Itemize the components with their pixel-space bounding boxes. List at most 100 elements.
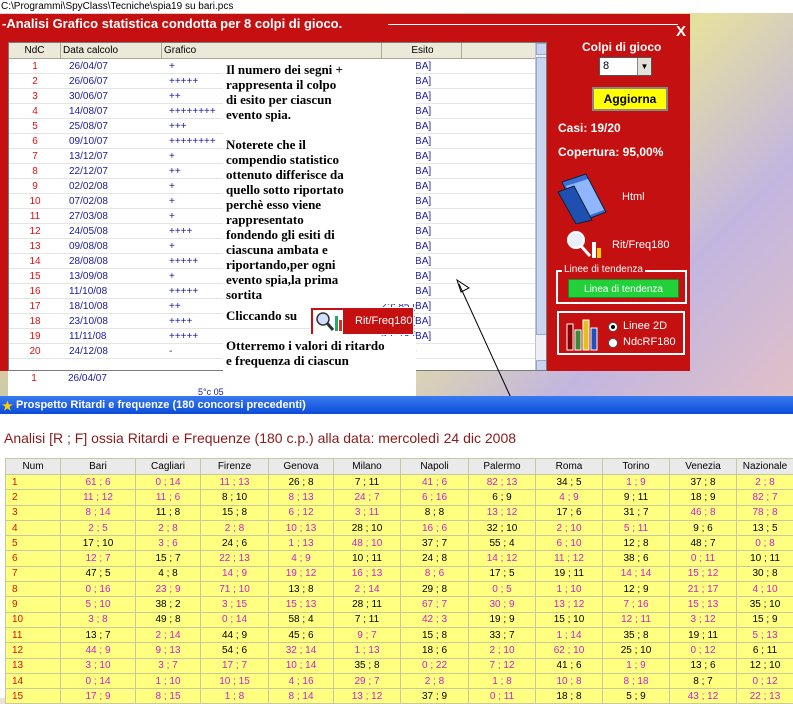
row-date: 11/10/08: [69, 284, 107, 299]
grid-header: NdC Data calcolo Grafico Esito: [9, 43, 537, 59]
rit-freq-icon[interactable]: [564, 228, 604, 263]
scroll-thumb[interactable]: [536, 57, 547, 335]
row-ndc: 8: [9, 164, 61, 179]
rf-value-cell: 12 ; 8: [603, 536, 670, 551]
rf-value-cell: 0 ; 5: [469, 582, 536, 597]
close-button[interactable]: X: [676, 24, 686, 40]
rit-freq-label[interactable]: Rit/Freq180: [612, 239, 669, 251]
rf-value-cell: 38 ; 6: [603, 551, 670, 566]
rf-value-cell: 35 ; 8: [603, 627, 670, 642]
rf-value-cell: 3 ; 7: [136, 658, 201, 673]
row-date: 22/12/07: [69, 164, 108, 179]
rf-value-cell: 0 ; 22: [401, 658, 469, 673]
magnifier-icon: [313, 310, 343, 334]
rf-table-row: 1244 ; 99 ; 1354 ; 632 ; 141 ; 1318 ; 62…: [6, 643, 793, 658]
rf-value-cell: 0 ; 12: [737, 673, 793, 688]
rf-value-cell: 24 ; 7: [334, 490, 401, 505]
rf-value-cell: 2 ; 8: [136, 520, 201, 535]
behind-row-num: 1: [8, 371, 60, 386]
behind-row-date: 26/04/07: [68, 371, 107, 386]
row-date: 07/02/08: [69, 194, 108, 209]
rf-value-cell: 71 ; 10: [201, 582, 269, 597]
rf-value-cell: 7 ; 12: [469, 658, 536, 673]
rf-header-cell[interactable]: Torino: [603, 459, 670, 475]
col-header-esito[interactable]: Esito: [382, 43, 462, 59]
rf-header-cell[interactable]: Firenze: [201, 459, 269, 475]
rf-value-cell: 0 ; 12: [670, 643, 737, 658]
rf-header-cell[interactable]: Palermo: [469, 459, 536, 475]
scroll-down-arrow-icon[interactable]: [536, 360, 547, 371]
rf-table-row: 612 ; 715 ; 722 ; 134 ; 910 ; 1124 ; 814…: [6, 551, 793, 566]
rf-value-cell: 0 ; 14: [61, 673, 136, 688]
rf-table-row: 211 ; 1211 ; 68 ; 108 ; 1324 ; 76 ; 166 …: [6, 490, 793, 505]
row-date: 02/02/08: [69, 179, 108, 194]
radio-linee-2d[interactable]: [608, 322, 618, 332]
tendenza-button[interactable]: Linea di tendenza: [568, 279, 679, 298]
background-window-row: 1 26/04/07 5°c 05: [8, 371, 413, 396]
rf-value-cell: 2 ; 8: [201, 520, 269, 535]
rf-header-cell[interactable]: Cagliari: [136, 459, 201, 475]
row-ndc: 5: [9, 119, 61, 134]
rf-header-cell[interactable]: Milano: [334, 459, 401, 475]
chevron-down-icon[interactable]: ▼: [637, 58, 651, 75]
rf-value-cell: 28 ; 11: [334, 597, 401, 612]
row-grafico: -: [169, 344, 172, 359]
row-grafico: ++++: [169, 314, 192, 329]
rf-value-cell: 5 ; 9: [603, 689, 670, 704]
rf-value-cell: 15 ; 7: [136, 551, 201, 566]
rf-value-cell: 0 ; 16: [61, 582, 136, 597]
rit-freq-inline-button[interactable]: Rit/Freq180: [310, 307, 414, 335]
scroll-up-arrow-icon[interactable]: [536, 43, 547, 55]
radio-linee-2d-label[interactable]: Linee 2D: [623, 320, 667, 332]
rf-num-cell: 12: [6, 643, 61, 658]
col-header-grafico[interactable]: Grafico: [162, 43, 382, 59]
html-label[interactable]: Html: [622, 191, 645, 203]
rf-num-cell: 1: [6, 475, 61, 490]
bar-chart-icon[interactable]: [564, 316, 602, 355]
rf-value-cell: 13 ; 5: [737, 520, 793, 535]
grid-scrollbar[interactable]: [535, 43, 546, 371]
rf-value-cell: 9 ; 7: [334, 627, 401, 642]
rf-header-cell[interactable]: Venezia: [670, 459, 737, 475]
rf-header-cell[interactable]: Genova: [269, 459, 334, 475]
rf-value-cell: 48 ; 10: [334, 536, 401, 551]
rf-value-cell: 2 ; 10: [536, 520, 603, 535]
rf-value-cell: 61 ; 6: [61, 475, 136, 490]
rf-header-cell[interactable]: Napoli: [401, 459, 469, 475]
rf-value-cell: 6 ; 12: [269, 505, 334, 520]
rf-value-cell: 18 ; 8: [536, 689, 603, 704]
row-ndc: 16: [9, 284, 61, 299]
radio-ndcrf180[interactable]: [608, 338, 618, 348]
rf-header-cell[interactable]: Bari: [61, 459, 136, 475]
row-grafico: ++++: [169, 224, 192, 239]
col-header-data[interactable]: Data calcolo: [61, 43, 162, 59]
rf-value-cell: 19 ; 12: [269, 566, 334, 581]
rf-value-cell: 37 ; 9: [401, 689, 469, 704]
colpi-select[interactable]: 8▼: [599, 57, 652, 76]
rf-value-cell: 0 ; 11: [670, 551, 737, 566]
row-date: 26/06/07: [69, 74, 108, 89]
row-date: 11/11/08: [69, 329, 106, 344]
col-header-ndc[interactable]: NdC: [9, 43, 61, 59]
html-icon[interactable]: [556, 172, 612, 227]
rf-value-cell: 8 ; 14: [61, 505, 136, 520]
rit-freq-titlebar: ★Prospetto Ritardi e frequenze (180 conc…: [0, 396, 793, 414]
rf-header-cell[interactable]: Num: [6, 459, 61, 475]
rf-value-cell: 78 ; 8: [737, 505, 793, 520]
rf-value-cell: 15 ; 8: [201, 505, 269, 520]
rf-value-cell: 37 ; 8: [670, 475, 737, 490]
rf-header-cell[interactable]: Nazionale: [737, 459, 793, 475]
rf-value-cell: 7 ; 11: [334, 475, 401, 490]
aggiorna-button[interactable]: Aggiorna: [592, 87, 668, 111]
rf-value-cell: 7 ; 16: [603, 597, 670, 612]
rf-value-cell: 0 ; 14: [201, 612, 269, 627]
rf-value-cell: 19 ; 9: [469, 612, 536, 627]
rf-value-cell: 4 ; 9: [536, 490, 603, 505]
rf-value-cell: 0 ; 14: [136, 475, 201, 490]
rf-header-cell[interactable]: Roma: [536, 459, 603, 475]
radio-ndcrf180-label[interactable]: NdcRF180: [623, 336, 676, 348]
copertura-label: Copertura: 95,00%: [558, 145, 663, 159]
row-ndc: 15: [9, 269, 61, 284]
row-date: 13/12/07: [69, 149, 108, 164]
rf-value-cell: 5 ; 10: [61, 597, 136, 612]
